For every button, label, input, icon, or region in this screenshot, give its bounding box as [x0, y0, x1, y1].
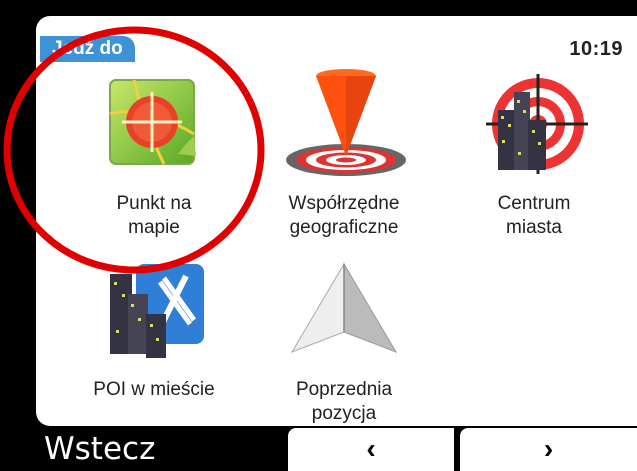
menu-item-label: POI w mieście [93, 379, 215, 400]
menu-item-coordinates[interactable]: Współrzędne geograficzne [254, 60, 434, 250]
city-center-icon [486, 74, 588, 174]
menu-item-city-poi[interactable]: POI w mieście [64, 254, 244, 414]
bottom-bar: Wstecz ‹ › [0, 428, 637, 471]
map-point-icon [109, 79, 196, 165]
menu-item-label: Punkt na mapie [116, 193, 192, 238]
menu-item-label: Współrzędne geograficzne [288, 193, 400, 238]
next-page-button[interactable]: › [460, 428, 637, 471]
menu-item-label: Centrum miasta [497, 193, 571, 238]
menu-item-map-point[interactable]: Punkt na mapie [64, 60, 244, 250]
city-poi-icon [110, 264, 204, 358]
previous-position-icon [290, 262, 398, 353]
menu-item-city-center[interactable]: Centrum miasta [444, 60, 624, 250]
clock: 10:19 [569, 38, 623, 60]
menu-item-previous-position[interactable]: Poprzednia pozycja [254, 254, 434, 424]
coordinates-target-icon [286, 69, 406, 176]
menu-item-label: Poprzednia pozycja [295, 379, 393, 424]
page-title: Jedź do [40, 36, 135, 62]
menu-screen: Jedź do 10:19 Punkt na mapie Współrzędne… [36, 16, 637, 426]
previous-page-button[interactable]: ‹ [288, 428, 454, 471]
back-button[interactable]: Wstecz [44, 428, 155, 471]
